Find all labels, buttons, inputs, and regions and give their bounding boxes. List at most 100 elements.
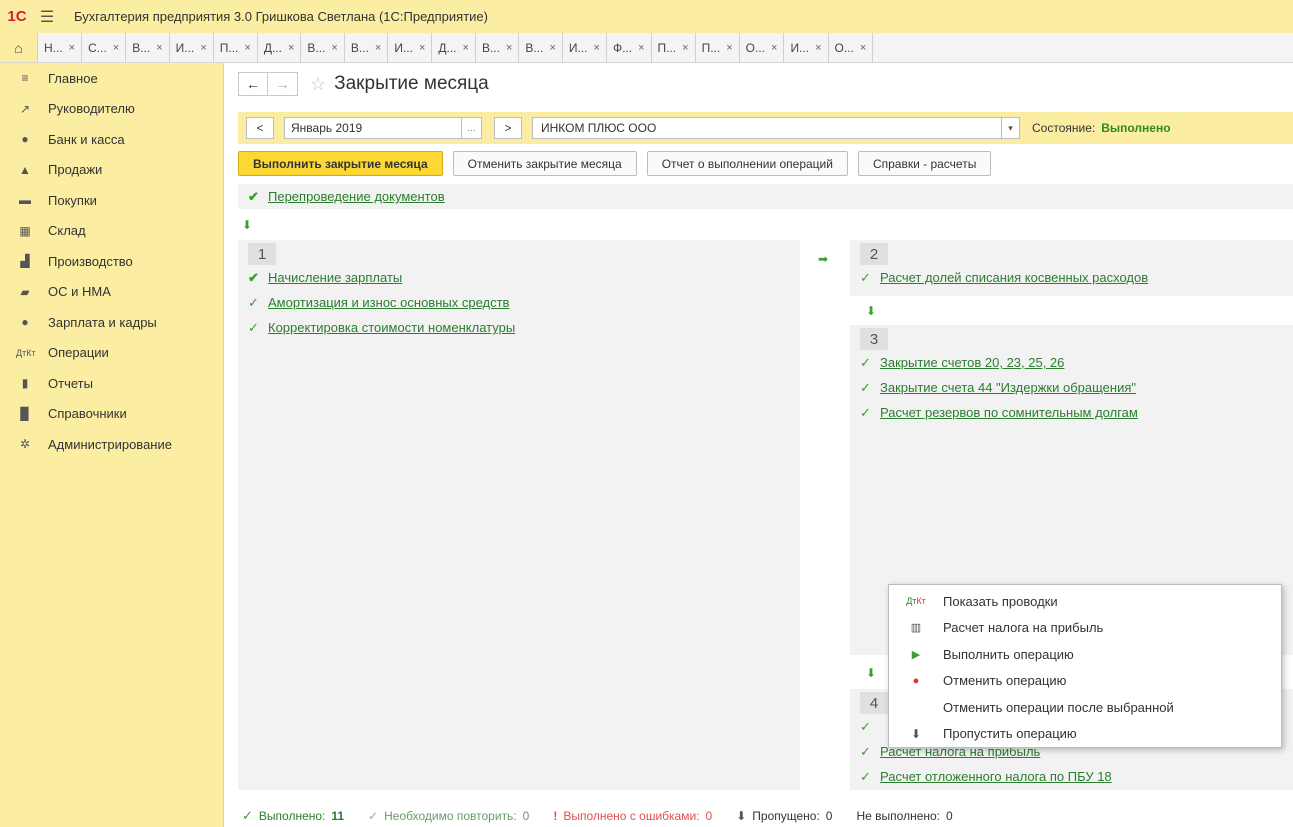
period-select-button[interactable]: ... — [462, 117, 482, 139]
sidebar-item-catalogs[interactable]: ▉ Справочники — [0, 399, 223, 430]
tab-label: Д... — [263, 40, 282, 55]
sidebar-item-manager[interactable]: ↗ Руководителю — [0, 94, 223, 125]
open-tab[interactable]: Д... × — [258, 33, 302, 62]
close-icon[interactable]: × — [244, 42, 250, 54]
close-icon[interactable]: × — [771, 42, 777, 54]
period-field[interactable]: Январь 2019 — [284, 117, 462, 139]
list-item: ✓ Расчет долей списания косвенных расходо… — [850, 265, 1293, 290]
operation-link[interactable]: Закрытие счетов 20, 23, 25, 26 — [880, 355, 1064, 370]
open-tab[interactable]: С... × — [82, 33, 127, 62]
open-tab[interactable]: Н... × — [38, 33, 83, 62]
tab-label: В... — [481, 40, 500, 55]
sidebar-item-operations[interactable]: ДтКт Операции — [0, 338, 223, 369]
sidebar-item-warehouse[interactable]: ▦ Склад — [0, 216, 223, 247]
open-tab[interactable]: И... × — [784, 33, 829, 62]
operation-link[interactable]: Расчет резервов по сомнительным долгам — [880, 405, 1138, 420]
reference-calculations-button[interactable]: Справки - расчеты — [857, 151, 992, 176]
sidebar-item-reports[interactable]: ▮ Отчеты — [0, 368, 223, 399]
menu-item-cancel-after[interactable]: Отменить операции после выбранной — [889, 694, 1281, 721]
forward-button[interactable]: → — [268, 72, 298, 96]
book-icon: ▉ — [20, 406, 30, 421]
main-menu-icon[interactable]: ☰ — [34, 7, 60, 27]
person-icon: ● — [21, 315, 29, 330]
open-tab[interactable]: О... × — [829, 33, 874, 62]
tab-label: О... — [745, 40, 766, 55]
close-icon[interactable]: × — [200, 42, 206, 54]
close-icon[interactable]: × — [506, 42, 512, 54]
sidebar-item-label: ОС и НМА — [48, 284, 111, 300]
sidebar-item-sales[interactable]: ▲ Продажи — [0, 155, 223, 186]
chevron-down-icon[interactable]: ▾ — [1002, 117, 1020, 139]
open-tab[interactable]: О... × — [740, 33, 785, 62]
close-icon[interactable]: × — [549, 42, 555, 54]
close-icon[interactable]: × — [288, 42, 294, 54]
close-icon[interactable]: × — [594, 42, 600, 54]
repost-documents-link[interactable]: Перепроведение документов — [268, 189, 445, 204]
operation-link[interactable]: Амортизация и износ основных средств — [268, 295, 509, 310]
close-icon[interactable]: × — [419, 42, 425, 54]
open-tab[interactable]: В... × — [301, 33, 345, 62]
sidebar-item-salary[interactable]: ● Зарплата и кадры — [0, 307, 223, 338]
check-icon: ✓ — [860, 269, 871, 285]
open-tab[interactable]: Д... × — [432, 33, 476, 62]
close-icon[interactable]: × — [682, 42, 688, 54]
menu-item-show-postings[interactable]: Дт Кт Показать проводки — [889, 588, 1281, 615]
sidebar-item-assets[interactable]: ▰ ОС и НМА — [0, 277, 223, 308]
operation-link[interactable]: Начисление зарплаты — [268, 270, 402, 285]
home-icon[interactable]: ⌂ — [0, 33, 38, 62]
run-month-closing-button[interactable]: Выполнить закрытие месяца — [238, 151, 443, 176]
tab-label: И... — [790, 40, 810, 55]
open-tab[interactable]: П... × — [214, 33, 258, 62]
open-tab[interactable]: Ф... × — [607, 33, 652, 62]
menu-item-label: Выполнить операцию — [943, 646, 1074, 662]
operation-link[interactable]: Закрытие счета 44 "Издержки обращения" — [880, 380, 1136, 395]
done-count: 11 — [331, 809, 345, 823]
menu-item-cancel[interactable]: ● Отменить операцию — [889, 668, 1281, 695]
sidebar-item-production[interactable]: ▟ Производство — [0, 246, 223, 277]
next-period-button[interactable]: > — [494, 117, 522, 139]
prev-period-button[interactable]: < — [246, 117, 274, 139]
arrow-down-icon: ⬇ — [242, 218, 253, 232]
close-icon[interactable]: × — [156, 42, 162, 54]
close-icon[interactable]: × — [463, 42, 469, 54]
close-icon[interactable]: × — [638, 42, 644, 54]
close-icon[interactable]: × — [375, 42, 381, 54]
cancel-month-closing-button[interactable]: Отменить закрытие месяца — [452, 151, 637, 176]
back-button[interactable]: ← — [238, 72, 268, 96]
close-icon[interactable]: × — [860, 42, 866, 54]
close-icon[interactable]: × — [331, 42, 337, 54]
open-tab[interactable]: И... × — [170, 33, 214, 62]
sidebar-item-purchases[interactable]: ▬ Покупки — [0, 185, 223, 216]
open-tab[interactable]: И... × — [563, 33, 607, 62]
close-icon[interactable]: × — [69, 42, 75, 54]
sidebar-item-main[interactable]: ≡ Главное — [0, 63, 223, 94]
organization-field[interactable]: ИНКОМ ПЛЮС ООО — [532, 117, 1002, 139]
open-tab[interactable]: И... × — [388, 33, 433, 62]
open-tab[interactable]: В... × — [345, 33, 389, 62]
operation-link[interactable]: Корректировка стоимости номенклатуры — [268, 320, 515, 335]
close-icon[interactable]: × — [726, 42, 732, 54]
close-icon[interactable]: × — [815, 42, 821, 54]
favorite-star-icon[interactable]: ☆ — [310, 74, 326, 95]
open-tab[interactable]: П... × — [696, 33, 740, 62]
close-icon[interactable]: × — [113, 42, 119, 54]
sidebar-item-bank[interactable]: ● Банк и касса — [0, 124, 223, 155]
menu-item-skip[interactable]: ⬇ Пропустить операцию — [889, 721, 1281, 748]
sidebar-item-label: Склад — [48, 223, 86, 239]
open-tab[interactable]: В... × — [476, 33, 520, 62]
tab-label: Ф... — [612, 40, 633, 55]
operation-link[interactable]: Расчет отложенного налога по ПБУ 18 — [880, 769, 1112, 784]
operations-report-button[interactable]: Отчет о выполнении операций — [646, 151, 848, 176]
stage-number: 2 — [860, 243, 888, 265]
open-tab[interactable]: В... × — [126, 33, 170, 62]
menu-item-execute[interactable]: ▶ Выполнить операцию — [889, 641, 1281, 668]
sidebar-item-admin[interactable]: ✲ Администрирование — [0, 429, 223, 460]
operation-link[interactable]: Расчет долей списания косвенных расходов — [880, 270, 1148, 285]
sidebar-item-label: Отчеты — [48, 375, 93, 391]
open-tab[interactable]: В... × — [519, 33, 563, 62]
open-tab[interactable]: П... × — [652, 33, 696, 62]
menu-item-profit-tax[interactable]: ▥ Расчет налога на прибыль — [889, 615, 1281, 642]
tab-label: И... — [394, 40, 413, 55]
factory-icon: ▟ — [20, 254, 30, 269]
tab-label: О... — [834, 40, 854, 55]
